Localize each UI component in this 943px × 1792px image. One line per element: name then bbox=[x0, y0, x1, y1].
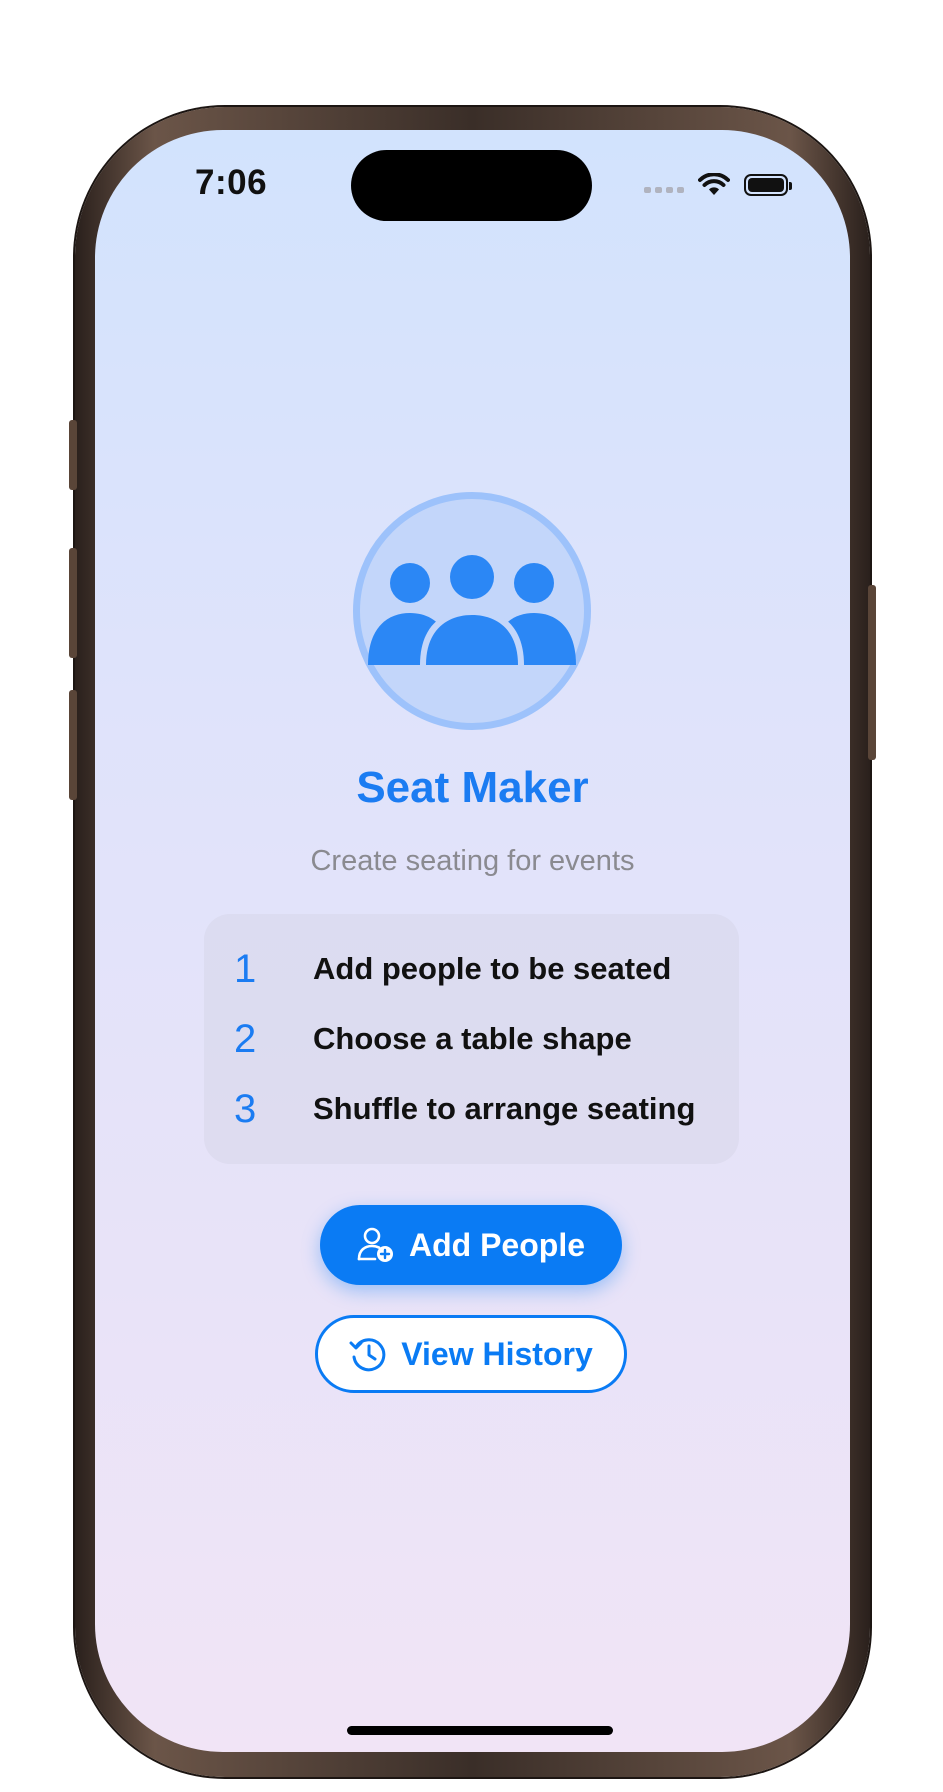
step-row: 2 Choose a table shape bbox=[204, 1014, 739, 1064]
people-group-icon bbox=[368, 555, 576, 665]
step-text: Add people to be seated bbox=[313, 951, 672, 986]
power-button bbox=[868, 585, 876, 760]
add-people-label: Add People bbox=[408, 1226, 585, 1263]
view-history-label: View History bbox=[401, 1335, 593, 1372]
volume-down-button bbox=[69, 690, 77, 800]
step-number: 1 bbox=[234, 946, 257, 991]
step-text: Shuffle to arrange seating bbox=[313, 1091, 696, 1126]
step-text: Choose a table shape bbox=[313, 1021, 632, 1056]
cellular-signal-icon bbox=[644, 187, 684, 193]
step-number: 2 bbox=[234, 1016, 257, 1061]
status-icons bbox=[644, 170, 792, 200]
person-add-icon bbox=[357, 1227, 393, 1262]
steps-card: 1 Add people to be seated 2 Choose a tab… bbox=[204, 914, 739, 1164]
action-button bbox=[69, 420, 77, 490]
step-row: 3 Shuffle to arrange seating bbox=[204, 1084, 739, 1134]
step-row: 1 Add people to be seated bbox=[204, 944, 739, 994]
dynamic-island bbox=[351, 150, 592, 221]
battery-icon bbox=[744, 174, 792, 196]
volume-up-button bbox=[69, 548, 77, 658]
app-logo bbox=[353, 492, 591, 730]
add-people-button[interactable]: Add People bbox=[320, 1205, 622, 1285]
home-indicator[interactable] bbox=[347, 1726, 613, 1735]
wifi-icon bbox=[698, 173, 730, 195]
app-subtitle: Create seating for events bbox=[310, 845, 635, 877]
app-screen: 7:06 Seat Maker Create seating for event… bbox=[95, 130, 850, 1752]
clock-history-icon bbox=[349, 1338, 386, 1372]
view-history-button[interactable]: View History bbox=[315, 1315, 627, 1393]
step-number: 3 bbox=[234, 1086, 257, 1131]
app-title: Seat Maker bbox=[356, 763, 589, 812]
status-time: 7:06 bbox=[195, 163, 268, 202]
